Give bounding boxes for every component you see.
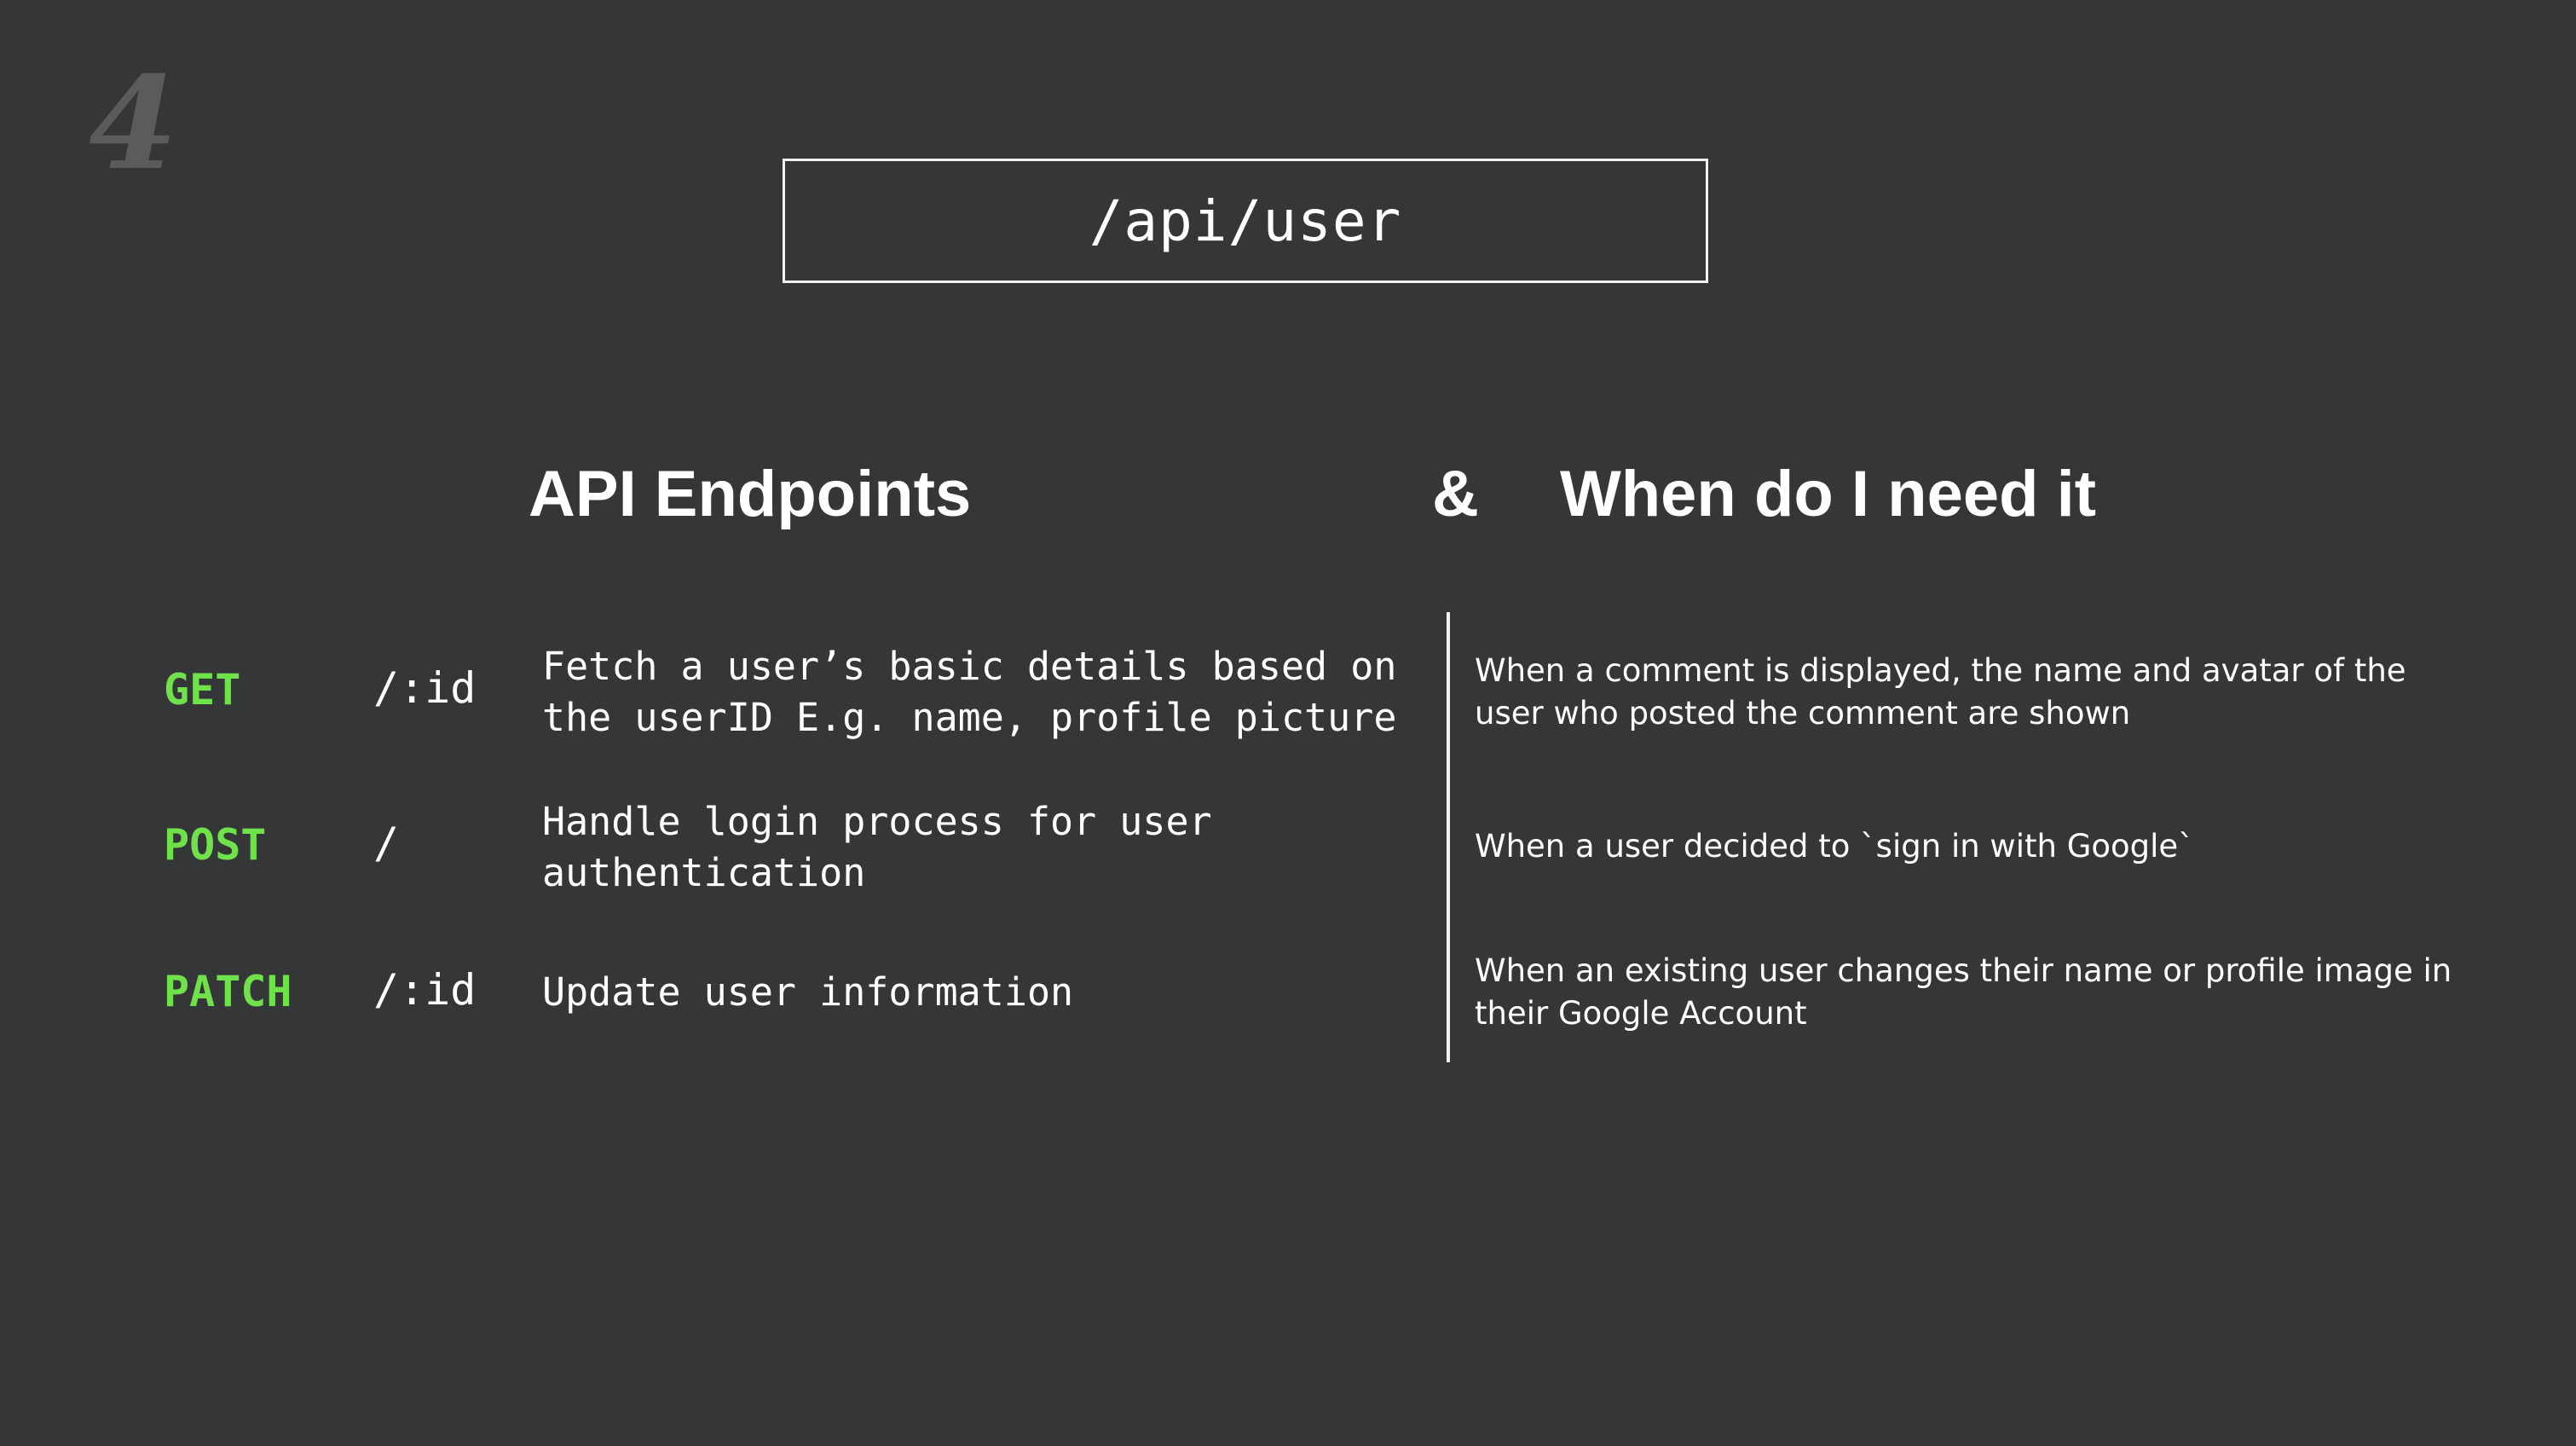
column-divider (1447, 612, 1450, 1062)
http-method: POST (164, 820, 267, 870)
heading-api-endpoints: API Endpoints (528, 458, 972, 530)
endpoint-path: /:id (373, 965, 477, 1015)
endpoint-description: Update user information (542, 969, 1074, 1015)
endpoint-path: / (373, 818, 400, 868)
endpoint-path: /:id (373, 663, 477, 713)
http-method: PATCH (164, 967, 292, 1016)
endpoint-description: Fetch a user’s basic details based on th… (542, 644, 1397, 740)
http-method: GET (164, 665, 241, 714)
route-title-box: /api/user (783, 159, 1708, 283)
endpoint-description: Handle login process for user authentica… (542, 799, 1212, 895)
heading-ampersand: & (1432, 458, 1479, 530)
route-title: /api/user (1089, 188, 1402, 254)
slide-number: 4 (89, 49, 178, 199)
endpoint-when: When a comment is displayed, the name an… (1475, 652, 2406, 732)
endpoint-when: When an existing user changes their name… (1475, 952, 2452, 1032)
endpoint-when: When a user decided to `sign in with Goo… (1475, 828, 2194, 865)
heading-when-do-i-need-it: When do I need it (1560, 458, 2097, 530)
